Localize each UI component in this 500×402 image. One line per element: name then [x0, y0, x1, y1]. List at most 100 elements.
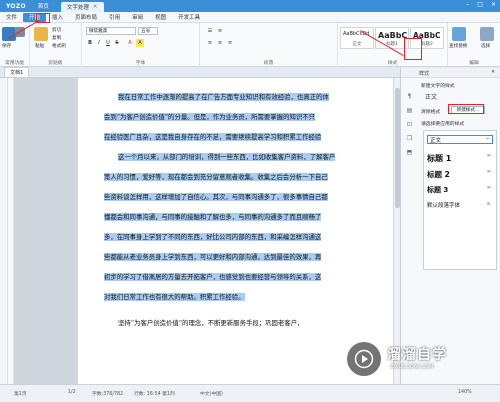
group-style: AaBbCcDd 正文 AaBbC 标题1 AaBbC 标题2 样式 [338, 23, 448, 67]
paragraph-line[interactable]: 对我们日常工作也有很大的帮助。积累工作经验。 [104, 288, 398, 307]
highlight-button[interactable]: A [136, 39, 144, 47]
style-gallery-heading2[interactable]: AaBbC 标题2 [410, 27, 444, 49]
style-pane-header: 样式 ✕ [401, 68, 500, 78]
vertical-scrollbar[interactable] [393, 78, 400, 384]
format-painter-button[interactable]: 格式刷 [52, 43, 66, 49]
align-right-icon[interactable]: ≡ [226, 39, 234, 47]
style-item-marker: a [487, 201, 491, 207]
bullet-list-icon[interactable]: ☰ [206, 27, 214, 35]
style-caption: 正文 [352, 42, 362, 47]
align-left-icon[interactable]: ≡ [206, 39, 214, 47]
clear-format-button[interactable]: 清除格式 [421, 108, 440, 115]
paragraph-line[interactable]: 这一个月以来，从部门的培训，得到一些东西，比如收集客户资料，了解客户 [118, 148, 412, 167]
style-list: 正文 ↵ 标题 1 ↵ 标题 2 ↵ 标题 3 ↵ 默认段落字体 a [423, 130, 497, 270]
menu-insert[interactable]: 插入 [46, 13, 69, 21]
style-item-heading3[interactable]: 标题 3 ↵ [427, 185, 491, 195]
selected-text: 在经验医广且杂，这是我自身存在的不足，需要继续提高学习和积累工作经验 [104, 133, 322, 141]
zoom-level[interactable]: 140% [458, 390, 472, 395]
menu-start[interactable]: 开始 [23, 12, 47, 22]
paste-label[interactable]: 粘贴 [35, 43, 44, 49]
menu-view[interactable]: 视图 [149, 13, 172, 21]
selected-text: 策人的习惯，爱好等，现在都会到充分留意观者收集。收集之后会分析一下自己 [104, 173, 328, 181]
italic-button[interactable]: I [95, 39, 103, 47]
style-item-normal[interactable]: 正文 ↵ [427, 135, 493, 144]
copy-button[interactable]: 复制 [52, 35, 61, 41]
font-name-select[interactable]: 微软雅黑 [86, 27, 136, 35]
print-icon[interactable] [15, 27, 25, 37]
selected-text: 些都能从老业务员身上学到东西，可以更好和内部沟通，达到最佳的效果，再 [104, 253, 322, 261]
style-item-default-font[interactable]: 默认段落字体 a [427, 201, 490, 209]
watermark-url: ZIXUE.3D66.COM [390, 364, 434, 370]
maximize-icon[interactable]: □ [477, 1, 483, 8]
lock-icon[interactable]: ⊡ [405, 120, 414, 129]
style-item-label: 标题 1 [427, 154, 452, 163]
paragraph-line[interactable]: 策人的习惯，爱好等，现在都会到充分留意观者收集。收集之后会分析一下自己 [104, 168, 398, 187]
window-close-icon[interactable]: ✕ [491, 1, 496, 8]
paragraph-line[interactable]: 初步的学习了借离居的方量去开拓客户，也感觉到也要经营与领导的关系，这 [104, 268, 398, 287]
menu-references[interactable]: 引用 [103, 13, 126, 21]
selected-text: 我在日常工作中逐渐的提高了在广告方面专业知识和有效经验，也真正的体 [118, 93, 329, 101]
paragraph-line[interactable]: 坚持“为客户创造价值”的理念，不断更新服务手段；巩固老客户， [118, 314, 412, 333]
style-preview: AaBbC [413, 31, 441, 40]
paragraph-line[interactable]: 懂都会和同事沟通，与同事的接触和了解也多，与同事的沟通多了而且顺畅了 [104, 208, 398, 227]
new-style-button[interactable]: 新建样式... [451, 106, 485, 114]
menu-developer[interactable]: 开发工具 [172, 13, 206, 21]
document-icon[interactable]: ▤ [405, 106, 414, 115]
tab-document[interactable]: 文字处理 ✕ [60, 2, 104, 12]
style-item-heading1[interactable]: 标题 1 ↵ [427, 153, 491, 164]
status-language: 中文(中国) [200, 392, 223, 397]
strikethrough-button[interactable]: S [113, 39, 121, 47]
style-item-label: 默认段落字体 [427, 203, 461, 209]
group-common-label: 常用功能 [4, 61, 25, 66]
minimize-icon[interactable]: – [466, 1, 469, 8]
bold-button[interactable]: B [86, 39, 94, 47]
tab-document-label: 文字处理 [66, 5, 89, 11]
find-replace-label[interactable]: 查找替换 [449, 43, 467, 49]
status-row-col: 行数: 16:54 第1列 [134, 392, 175, 397]
save-icon[interactable] [2, 27, 16, 41]
pane-close-icon[interactable]: ✕ [491, 70, 495, 75]
paste-icon[interactable] [34, 27, 48, 41]
selected-text: 初步的学习了借离居的方量去开拓客户，也感觉到也要经营与领导的关系，这 [104, 273, 322, 281]
cut-button[interactable]: 剪切 [52, 27, 61, 33]
paragraph-line[interactable]: 些资料谈怎样用，这样增加了自信心。其次，与同事沟通多了，很多事情自己都 [104, 188, 398, 207]
left-toolbar [0, 78, 8, 384]
select-icon[interactable] [480, 27, 494, 41]
style-gallery-normal[interactable]: AaBbCcDd 正文 [340, 27, 374, 49]
group-paragraph-label: 段落 [263, 61, 274, 66]
paragraph-line[interactable]: 我在日常工作中逐渐的提高了在广告方面专业知识和有效经验，也真正的体 [118, 88, 412, 107]
copy-icon[interactable]: ❐ [405, 134, 414, 143]
status-word-count: 字数:376/782 [92, 392, 124, 397]
select-label[interactable]: 选择 [481, 43, 490, 49]
menu-review[interactable]: 审阅 [126, 13, 149, 21]
find-replace-icon[interactable] [452, 27, 466, 41]
style-item-marker: ↵ [487, 185, 492, 191]
bookmark-icon[interactable]: ⬒ [405, 148, 414, 157]
ribbon: 保存 常用功能 粘贴 剪切 复制 格式刷 剪贴板 微软雅黑 五号 B I U S… [0, 23, 500, 67]
status-pages: 1/2 [68, 390, 76, 395]
selected-text: 懂都会和同事沟通，与同事的接触和了解也多，与同事的沟通多了而且顺畅了 [104, 213, 322, 221]
tab-home[interactable]: 首页 [32, 1, 55, 11]
font-color-button[interactable]: A [126, 39, 134, 47]
style-item-marker: ↵ [487, 169, 492, 175]
font-size-select[interactable]: 五号 [138, 27, 158, 35]
menu-page-layout[interactable]: 页面布局 [69, 13, 103, 21]
style-gallery-heading1[interactable]: AaBbC 标题1 [375, 27, 409, 49]
style-item-heading2[interactable]: 标题 2 ↵ [427, 169, 491, 180]
paragraph-line[interactable]: 些都能从老业务员身上学到东西，可以更好和内部沟通，达到最佳的效果，再 [104, 248, 398, 267]
align-center-icon[interactable]: ≡ [216, 39, 224, 47]
paragraph-line[interactable]: 多，在同事身上学到了不同的东西，好比公司内部的东西，和采编怎样沟通这 [104, 228, 398, 247]
document-tab[interactable]: 文档1 [4, 67, 30, 77]
style-icon[interactable]: ¶ [405, 92, 414, 101]
close-icon[interactable]: ✕ [93, 4, 98, 10]
numbered-list-icon[interactable]: ≡ [216, 27, 224, 35]
menu-file[interactable]: 文件 [0, 13, 23, 21]
underline-button[interactable]: U [104, 39, 112, 47]
watermark: 溜溜自学 ZIXUE.3D66.COM [343, 340, 500, 384]
document-page[interactable]: 我在日常工作中逐渐的提高了在广告方面专业知识和有效经验，也真正的体 会到“为客户… [78, 78, 398, 384]
style-item-marker: ↵ [487, 153, 492, 159]
style-pane-title: 样式 [419, 71, 430, 77]
paragraph-line[interactable]: 在经验医广且杂，这是我自身存在的不足，需要继续提高学习和积累工作经验 [104, 128, 398, 147]
style-caption: 标题2 [421, 42, 433, 47]
paragraph-line[interactable]: 会到“为客户创造价值”的分量。但是，作为业务员，所需要掌握的知识不只 [104, 108, 398, 127]
